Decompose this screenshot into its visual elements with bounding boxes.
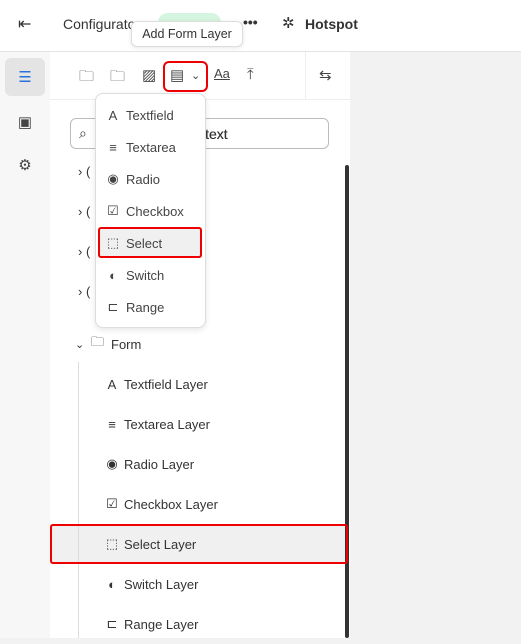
folder-label: Form bbox=[111, 336, 142, 352]
textfield-icon: A bbox=[108, 107, 118, 123]
add-form-layer-menu: A Textfield ≡ Textarea ◉ Radio ☑ Checkbox ⬚ Selec… bbox=[95, 93, 206, 328]
upload-icon[interactable]: ⤒ bbox=[247, 66, 254, 83]
menu-item-label: Range bbox=[126, 299, 165, 315]
menu-item-checkbox[interactable]: ☑ Checkbox bbox=[100, 196, 202, 226]
menu-item-radio[interactable]: ◉ Radio bbox=[100, 164, 202, 194]
scrollbar[interactable] bbox=[345, 165, 349, 638]
text-style-icon[interactable]: Aa bbox=[214, 66, 230, 81]
tree-item[interactable]: ◉ Radio Layer bbox=[50, 444, 348, 484]
radio-icon: ◉ bbox=[107, 171, 119, 186]
divider bbox=[305, 52, 306, 100]
page-title: Configurator bbox=[63, 16, 141, 32]
range-icon: ⊏ bbox=[107, 299, 119, 314]
layer-icon: A bbox=[107, 376, 117, 392]
pointer-click-icon: ✲ bbox=[282, 15, 295, 32]
tree-item-label: Range Layer bbox=[124, 616, 199, 632]
menu-item-range[interactable]: ⊏ Range bbox=[100, 292, 202, 322]
menu-item-label: Textfield bbox=[126, 107, 174, 123]
tree-item[interactable]: ◐ Switch Layer bbox=[50, 564, 348, 604]
sidebar-item-images[interactable]: ▣ bbox=[5, 103, 45, 141]
menu-item-label: Checkbox bbox=[126, 203, 184, 219]
highlight-select-menu-item bbox=[98, 227, 202, 258]
swap-icon[interactable]: ⇆ bbox=[319, 66, 332, 84]
sidebar-item-layers[interactable]: ☰ bbox=[5, 58, 45, 96]
hotspot-button[interactable]: Hotspot bbox=[305, 16, 358, 32]
menu-item-textarea[interactable]: ≡ Textarea bbox=[100, 132, 202, 162]
image-icon[interactable]: ▨ bbox=[142, 66, 156, 84]
textarea-icon: ≡ bbox=[109, 139, 117, 155]
more-button[interactable]: ••• bbox=[243, 14, 258, 30]
layer-icon: ◉ bbox=[106, 456, 118, 471]
checkbox-icon: ☑ bbox=[107, 203, 119, 218]
sidebar-item-settings[interactable]: ⚙ bbox=[5, 146, 45, 184]
menu-item-label: Textarea bbox=[126, 139, 176, 155]
top-bar: ⇤ Configurator Solution ••• ✲ Hotspot bbox=[0, 0, 521, 52]
tree-item-label: Switch Layer bbox=[124, 576, 199, 592]
tree-folder-collapsed[interactable]: › ( bbox=[78, 204, 90, 219]
sidebar: ☰ ▣ ⚙ bbox=[0, 52, 50, 638]
menu-item-switch[interactable]: ◐ Switch bbox=[100, 260, 202, 290]
tree-folder-collapsed[interactable]: › ( bbox=[78, 244, 90, 259]
switch-icon: ◐ bbox=[109, 267, 117, 283]
search-icon: ⌕ bbox=[79, 125, 87, 141]
highlight-select-layer bbox=[50, 524, 348, 564]
layer-icon: ☑ bbox=[106, 496, 118, 511]
menu-item-label: Radio bbox=[126, 171, 160, 187]
layer-icon: ◐ bbox=[108, 576, 116, 592]
folder-add-icon[interactable]: 🗀 bbox=[79, 66, 94, 91]
layer-icon: ⊏ bbox=[106, 616, 118, 631]
layer-icon: ≡ bbox=[108, 416, 116, 432]
tree-item-label: Radio Layer bbox=[124, 456, 195, 472]
tree-item-label: Checkbox Layer bbox=[124, 496, 218, 512]
tree-guide bbox=[78, 362, 79, 638]
tree-item-label: Textfield Layer bbox=[124, 376, 208, 392]
tree-folder-form[interactable]: ⌄ 🗀 Form bbox=[50, 324, 348, 364]
tree-folder-collapsed[interactable]: › ( bbox=[78, 164, 90, 179]
folder-icon: 🗀 bbox=[91, 334, 105, 349]
exit-icon[interactable]: ⇤ bbox=[18, 14, 31, 34]
menu-item-label: Switch bbox=[126, 267, 165, 283]
tree-folder-collapsed[interactable]: › ( bbox=[78, 284, 90, 299]
tree-item[interactable]: ☑ Checkbox Layer bbox=[50, 484, 348, 524]
tree-item[interactable]: ≡ Textarea Layer bbox=[50, 404, 348, 444]
highlight-form-button bbox=[163, 61, 208, 92]
tree-item-label: Textarea Layer bbox=[124, 416, 210, 432]
menu-item-textfield[interactable]: A Textfield bbox=[100, 100, 202, 130]
chevron-down-icon: ⌄ bbox=[75, 338, 85, 351]
folder-icon[interactable]: 🗀 bbox=[110, 66, 125, 91]
tree-item[interactable]: ⊏ Range Layer bbox=[50, 604, 348, 644]
tooltip: Add Form Layer bbox=[131, 21, 243, 47]
tree-item[interactable]: A Textfield Layer bbox=[50, 364, 348, 404]
